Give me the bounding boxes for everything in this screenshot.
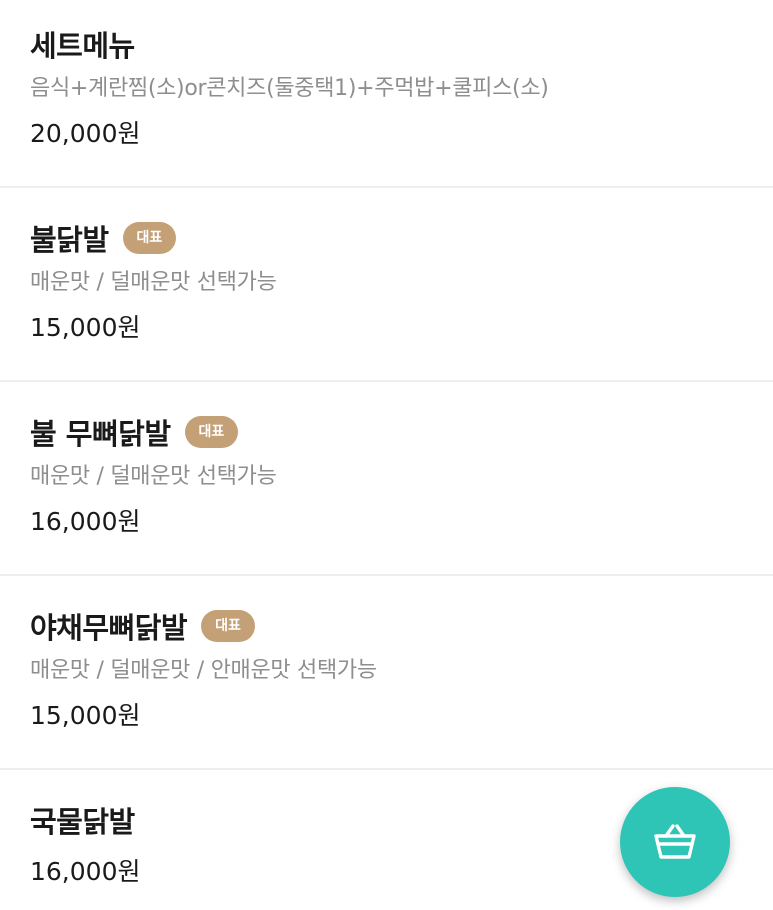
menu-item-boneless-buldakbal[interactable]: 불 무뼈닭발 대표 매운맛 / 덜매운맛 선택가능 16,000원 [0,382,773,576]
menu-item-name: 국물닭발 [30,805,135,839]
menu-item-vegetable-boneless-dakbal[interactable]: 야채무뼈닭발 대표 매운맛 / 덜매운맛 / 안매운맛 선택가능 15,000원 [0,576,773,770]
menu-item-title-row: 불닭발 대표 [30,218,773,258]
basket-icon [652,822,698,862]
menu-item-name: 불 무뼈닭발 [30,417,171,451]
menu-item-description: 매운맛 / 덜매운맛 / 안매운맛 선택가능 [30,658,377,683]
cart-button[interactable] [620,787,730,897]
menu-item-price: 20,000원 [30,119,141,148]
menu-item-set-menu[interactable]: 세트메뉴 음식+계란찜(소)or콘치즈(둘중택1)+주먹밥+쿨피스(소) 20,… [0,0,773,188]
menu-list: 세트메뉴 음식+계란찜(소)or콘치즈(둘중택1)+주먹밥+쿨피스(소) 20,… [0,0,773,910]
menu-item-price: 15,000원 [30,313,141,342]
signature-badge: 대표 [201,610,255,642]
menu-item-description: 음식+계란찜(소)or콘치즈(둘중택1)+주먹밥+쿨피스(소) [30,76,549,101]
menu-item-description: 매운맛 / 덜매운맛 선택가능 [30,464,277,489]
menu-item-title-row: 세트메뉴 [30,24,773,64]
menu-item-title-row: 야채무뼈닭발 대표 [30,606,773,646]
menu-item-price: 15,000원 [30,701,141,730]
menu-item-name: 야채무뼈닭발 [30,611,188,645]
menu-item-buldakbal[interactable]: 불닭발 대표 매운맛 / 덜매운맛 선택가능 15,000원 [0,188,773,382]
menu-item-title-row: 불 무뼈닭발 대표 [30,412,773,452]
menu-item-price: 16,000원 [30,507,141,536]
menu-item-name: 불닭발 [30,223,109,257]
signature-badge: 대표 [122,222,177,254]
signature-badge: 대표 [184,416,239,448]
menu-item-description: 매운맛 / 덜매운맛 선택가능 [30,270,277,295]
menu-item-name: 세트메뉴 [30,29,135,63]
